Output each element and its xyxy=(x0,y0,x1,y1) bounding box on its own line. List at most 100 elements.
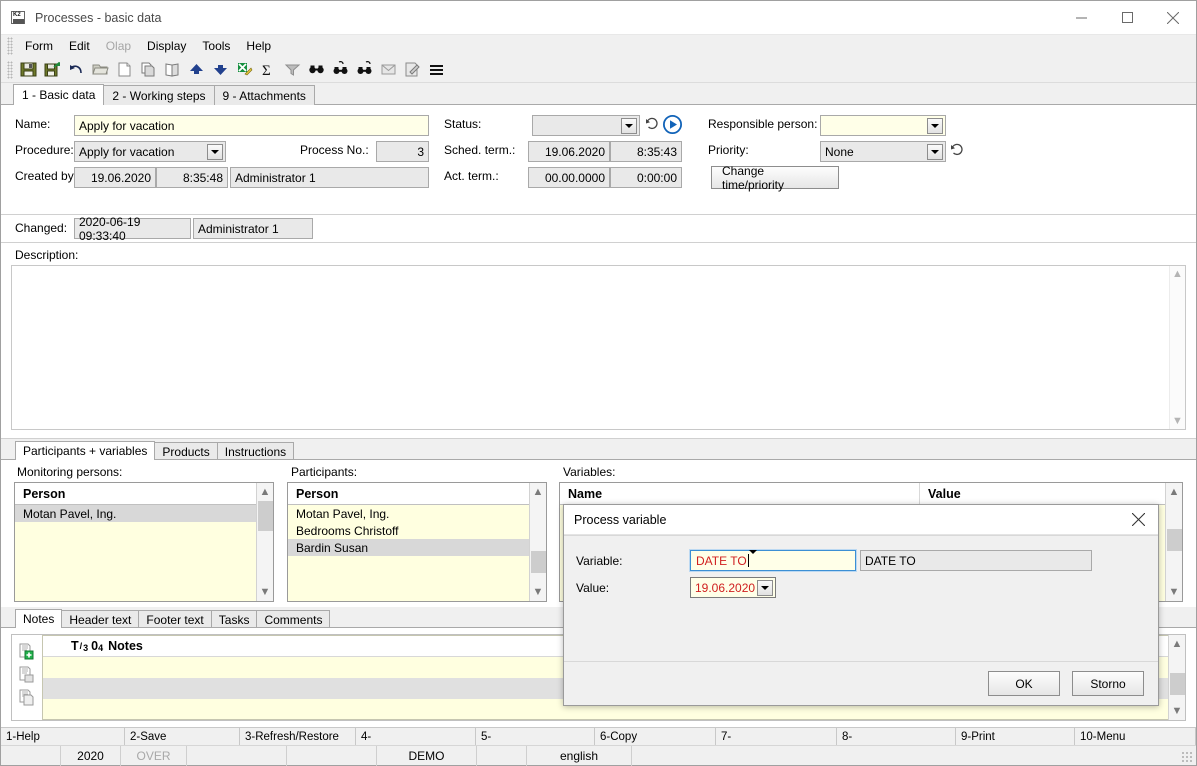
scroll-up-icon[interactable]: ▲ xyxy=(260,483,271,501)
find-icon[interactable] xyxy=(305,59,327,81)
scroll-thumb[interactable] xyxy=(1170,673,1185,695)
name-input[interactable]: Apply for vacation xyxy=(74,115,429,136)
open-folder-icon[interactable] xyxy=(89,59,111,81)
new-document-icon[interactable] xyxy=(113,59,135,81)
tab-working-steps[interactable]: 2 - Working steps xyxy=(103,85,214,105)
description-scrollbar[interactable]: ▲ ▼ xyxy=(1169,266,1185,429)
copy-note-icon[interactable] xyxy=(16,687,38,709)
fkey-9-print[interactable]: 9-Print xyxy=(956,728,1075,746)
dialog-close-button[interactable] xyxy=(1118,505,1158,535)
list-item[interactable]: Bardin Susan xyxy=(288,539,529,556)
tab-comments[interactable]: Comments xyxy=(256,610,330,628)
scroll-down-icon[interactable]: ▼ xyxy=(1172,413,1183,429)
chevron-down-icon[interactable] xyxy=(621,118,637,134)
tab-instructions[interactable]: Instructions xyxy=(217,442,294,460)
list-item[interactable]: Motan Pavel, Ing. xyxy=(288,505,529,522)
chevron-down-icon[interactable] xyxy=(757,580,773,596)
chevron-down-icon[interactable] xyxy=(927,144,943,160)
menu-form[interactable]: Form xyxy=(17,37,61,55)
menu-tools[interactable]: Tools xyxy=(194,37,238,55)
dialog-cancel-button[interactable]: Storno xyxy=(1072,671,1144,696)
tab-participants-variables[interactable]: Participants + variables xyxy=(15,441,155,460)
notes-scrollbar[interactable]: ▲ ▼ xyxy=(1168,635,1185,720)
fkey-10-menu[interactable]: 10-Menu xyxy=(1075,728,1196,746)
fkey-2-save[interactable]: 2-Save xyxy=(125,728,240,746)
scroll-up-icon[interactable]: ▲ xyxy=(1169,483,1180,501)
find-next-icon[interactable] xyxy=(353,59,375,81)
menu-list-icon[interactable] xyxy=(425,59,447,81)
copy-icon[interactable] xyxy=(137,59,159,81)
scroll-trough[interactable] xyxy=(530,501,547,583)
maximize-button[interactable] xyxy=(1104,1,1150,35)
scroll-trough[interactable] xyxy=(1169,653,1186,702)
scroll-down-icon[interactable]: ▼ xyxy=(260,583,271,601)
change-time-priority-button[interactable]: Change time/priority xyxy=(711,166,839,189)
export-excel-icon[interactable] xyxy=(233,59,255,81)
dialog-variable-input[interactable]: DATE TO xyxy=(690,550,856,571)
undo-icon[interactable] xyxy=(65,59,87,81)
scroll-thumb[interactable] xyxy=(1167,529,1182,551)
scroll-trough[interactable] xyxy=(1166,501,1183,583)
move-up-icon[interactable] xyxy=(185,59,207,81)
fkey-4[interactable]: 4- xyxy=(356,728,476,746)
add-note-icon[interactable] xyxy=(16,641,38,663)
book-icon[interactable] xyxy=(161,59,183,81)
menu-help[interactable]: Help xyxy=(238,37,279,55)
process-no-input[interactable]: 3 xyxy=(376,141,429,162)
status-history-icon[interactable] xyxy=(645,117,659,134)
mail-icon[interactable] xyxy=(377,59,399,81)
scroll-up-icon[interactable]: ▲ xyxy=(1172,635,1183,653)
dialog-value-input[interactable]: 19.06.2020 xyxy=(690,577,776,598)
tab-footer-text[interactable]: Footer text xyxy=(138,610,211,628)
save-icon[interactable] xyxy=(17,59,39,81)
scroll-up-icon[interactable]: ▲ xyxy=(1172,266,1183,282)
participants-list[interactable]: Person Motan Pavel, Ing. Bedrooms Christ… xyxy=(287,482,547,602)
sum-icon[interactable]: Σ xyxy=(257,59,279,81)
description-textarea[interactable]: ▲ ▼ xyxy=(11,265,1186,430)
move-down-icon[interactable] xyxy=(209,59,231,81)
tab-header-text[interactable]: Header text xyxy=(61,610,139,628)
scroll-up-icon[interactable]: ▲ xyxy=(533,483,544,501)
scroll-down-icon[interactable]: ▼ xyxy=(1169,583,1180,601)
sched-term-time-input[interactable]: 8:35:43 xyxy=(610,141,682,162)
scroll-down-icon[interactable]: ▼ xyxy=(533,583,544,601)
responsible-person-select[interactable] xyxy=(820,115,946,136)
tab-products[interactable]: Products xyxy=(154,442,217,460)
monitoring-persons-list[interactable]: Person Motan Pavel, Ing. ▲ ▼ xyxy=(14,482,274,602)
save-as-icon[interactable] xyxy=(41,59,63,81)
dialog-ok-button[interactable]: OK xyxy=(988,671,1060,696)
run-process-icon[interactable] xyxy=(663,115,682,137)
find-previous-icon[interactable] xyxy=(329,59,351,81)
priority-history-icon[interactable] xyxy=(950,143,964,160)
minimize-button[interactable] xyxy=(1058,1,1104,35)
monitoring-scrollbar[interactable]: ▲ ▼ xyxy=(256,483,273,601)
variables-scrollbar[interactable]: ▲ ▼ xyxy=(1165,483,1182,601)
participants-scrollbar[interactable]: ▲ ▼ xyxy=(529,483,546,601)
filter-icon[interactable] xyxy=(281,59,303,81)
scroll-thumb[interactable] xyxy=(258,501,273,531)
view-note-icon[interactable] xyxy=(16,664,38,686)
fkey-3-refresh-restore[interactable]: 3-Refresh/Restore xyxy=(240,728,356,746)
sched-term-date-input[interactable]: 19.06.2020 xyxy=(528,141,610,162)
list-item[interactable]: Bedrooms Christoff xyxy=(288,522,529,539)
scroll-thumb[interactable] xyxy=(531,551,546,573)
menu-edit[interactable]: Edit xyxy=(61,37,98,55)
procedure-select[interactable]: Apply for vacation xyxy=(74,141,226,162)
menu-display[interactable]: Display xyxy=(139,37,194,55)
chevron-down-icon[interactable] xyxy=(749,554,757,568)
fkey-6-copy[interactable]: 6-Copy xyxy=(595,728,716,746)
tab-basic-data[interactable]: 1 - Basic data xyxy=(13,84,104,105)
fkey-7[interactable]: 7- xyxy=(716,728,837,746)
fkey-5[interactable]: 5- xyxy=(476,728,595,746)
chevron-down-icon[interactable] xyxy=(927,118,943,134)
scroll-trough[interactable] xyxy=(257,501,274,583)
close-button[interactable] xyxy=(1150,1,1196,35)
status-select[interactable] xyxy=(532,115,640,136)
resize-grip-icon[interactable] xyxy=(1181,751,1193,763)
scroll-down-icon[interactable]: ▼ xyxy=(1172,702,1183,720)
list-item[interactable]: Motan Pavel, Ing. xyxy=(15,505,256,522)
tab-tasks[interactable]: Tasks xyxy=(211,610,258,628)
tab-notes[interactable]: Notes xyxy=(15,609,62,628)
priority-select[interactable]: None xyxy=(820,141,946,162)
chevron-down-icon[interactable] xyxy=(207,144,223,160)
